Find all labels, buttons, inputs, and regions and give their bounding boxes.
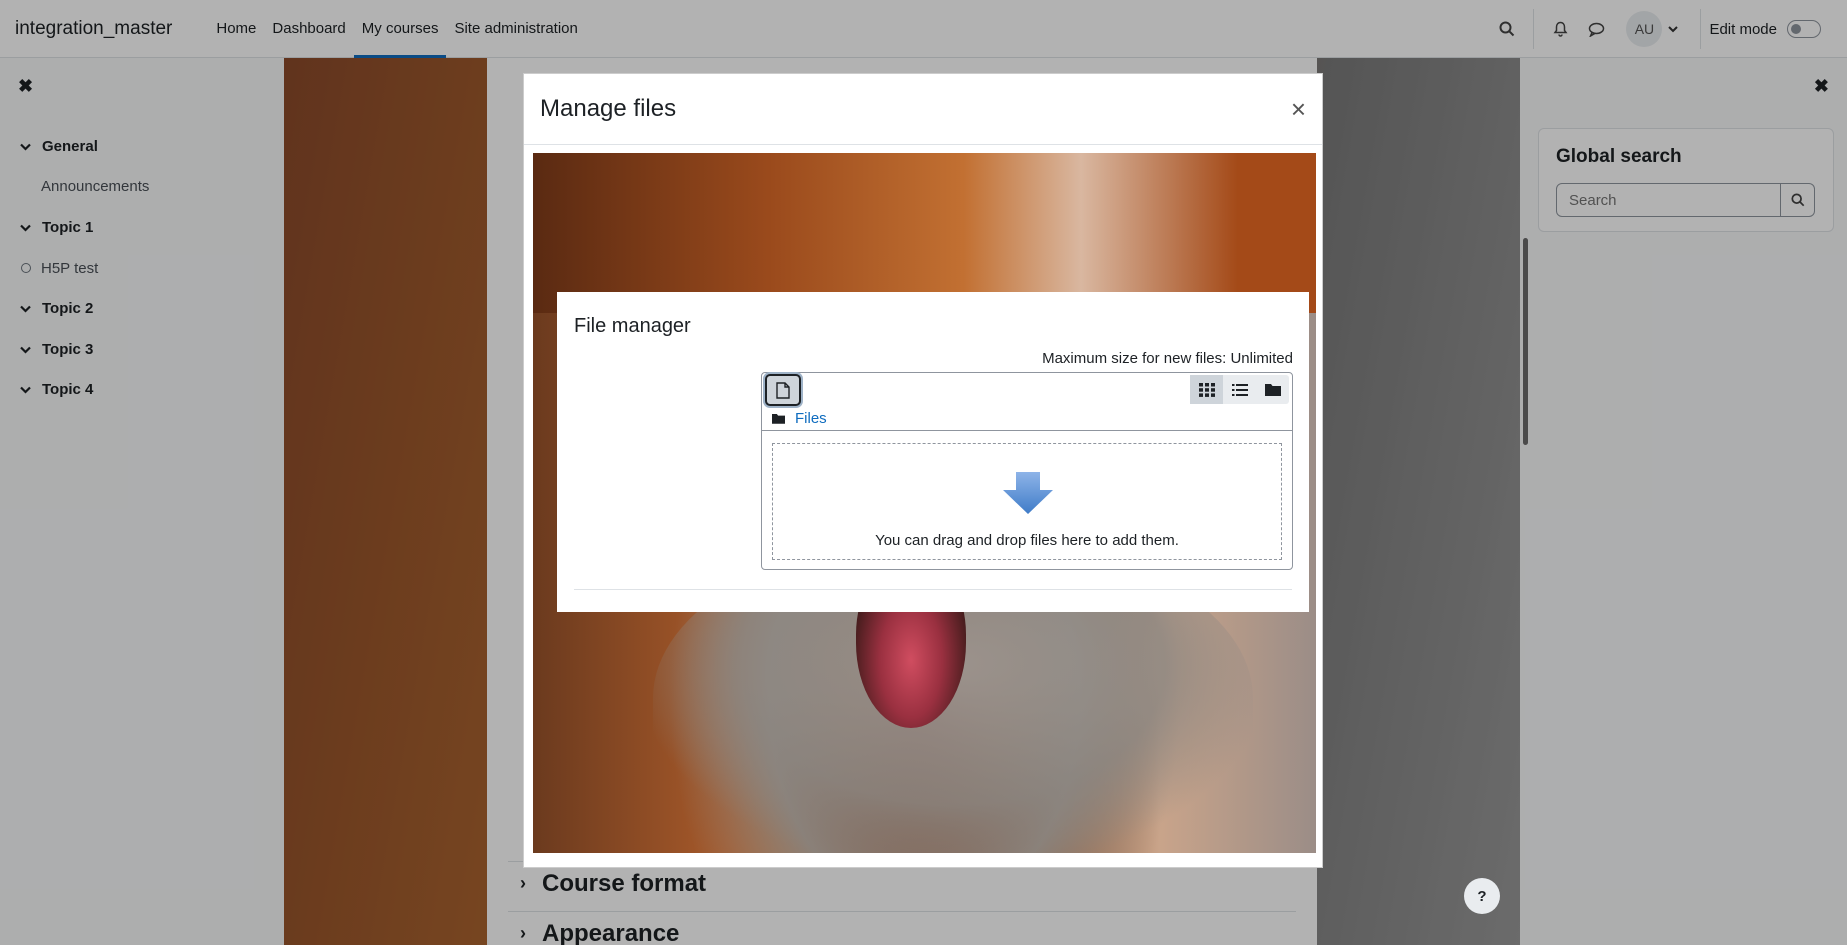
cat-background-image: File manager Maximum size for new files:…	[533, 153, 1316, 853]
modal-header: Manage files ×	[524, 74, 1322, 145]
manage-files-modal: Manage files × File manager Maximum size…	[523, 73, 1323, 868]
folder-view-icon[interactable]	[1256, 375, 1289, 404]
folder-icon	[772, 413, 785, 424]
file-manager-title: File manager	[574, 315, 691, 337]
list-view-icon[interactable]	[1223, 375, 1256, 404]
download-arrow-icon	[1003, 472, 1053, 519]
drop-zone[interactable]: You can drag and drop files here to add …	[772, 443, 1282, 560]
close-icon[interactable]: ×	[1291, 94, 1306, 125]
breadcrumb-files-link[interactable]: Files	[795, 410, 827, 427]
help-button[interactable]: ?	[1464, 878, 1500, 914]
file-icon	[776, 381, 790, 399]
file-manager: Files You can drag and drop files here t…	[761, 372, 1293, 570]
drop-zone-text: You can drag and drop files here to add …	[875, 532, 1179, 549]
view-switcher	[1190, 375, 1289, 404]
grid-view-icon[interactable]	[1190, 375, 1223, 404]
add-file-button[interactable]	[765, 374, 801, 406]
divider	[574, 589, 1292, 590]
max-file-size: Maximum size for new files: Unlimited	[1042, 350, 1293, 367]
file-manager-panel: File manager Maximum size for new files:…	[557, 292, 1309, 612]
breadcrumb: Files	[762, 406, 1292, 431]
image-wall	[533, 153, 1316, 313]
modal-title: Manage files	[540, 95, 677, 122]
